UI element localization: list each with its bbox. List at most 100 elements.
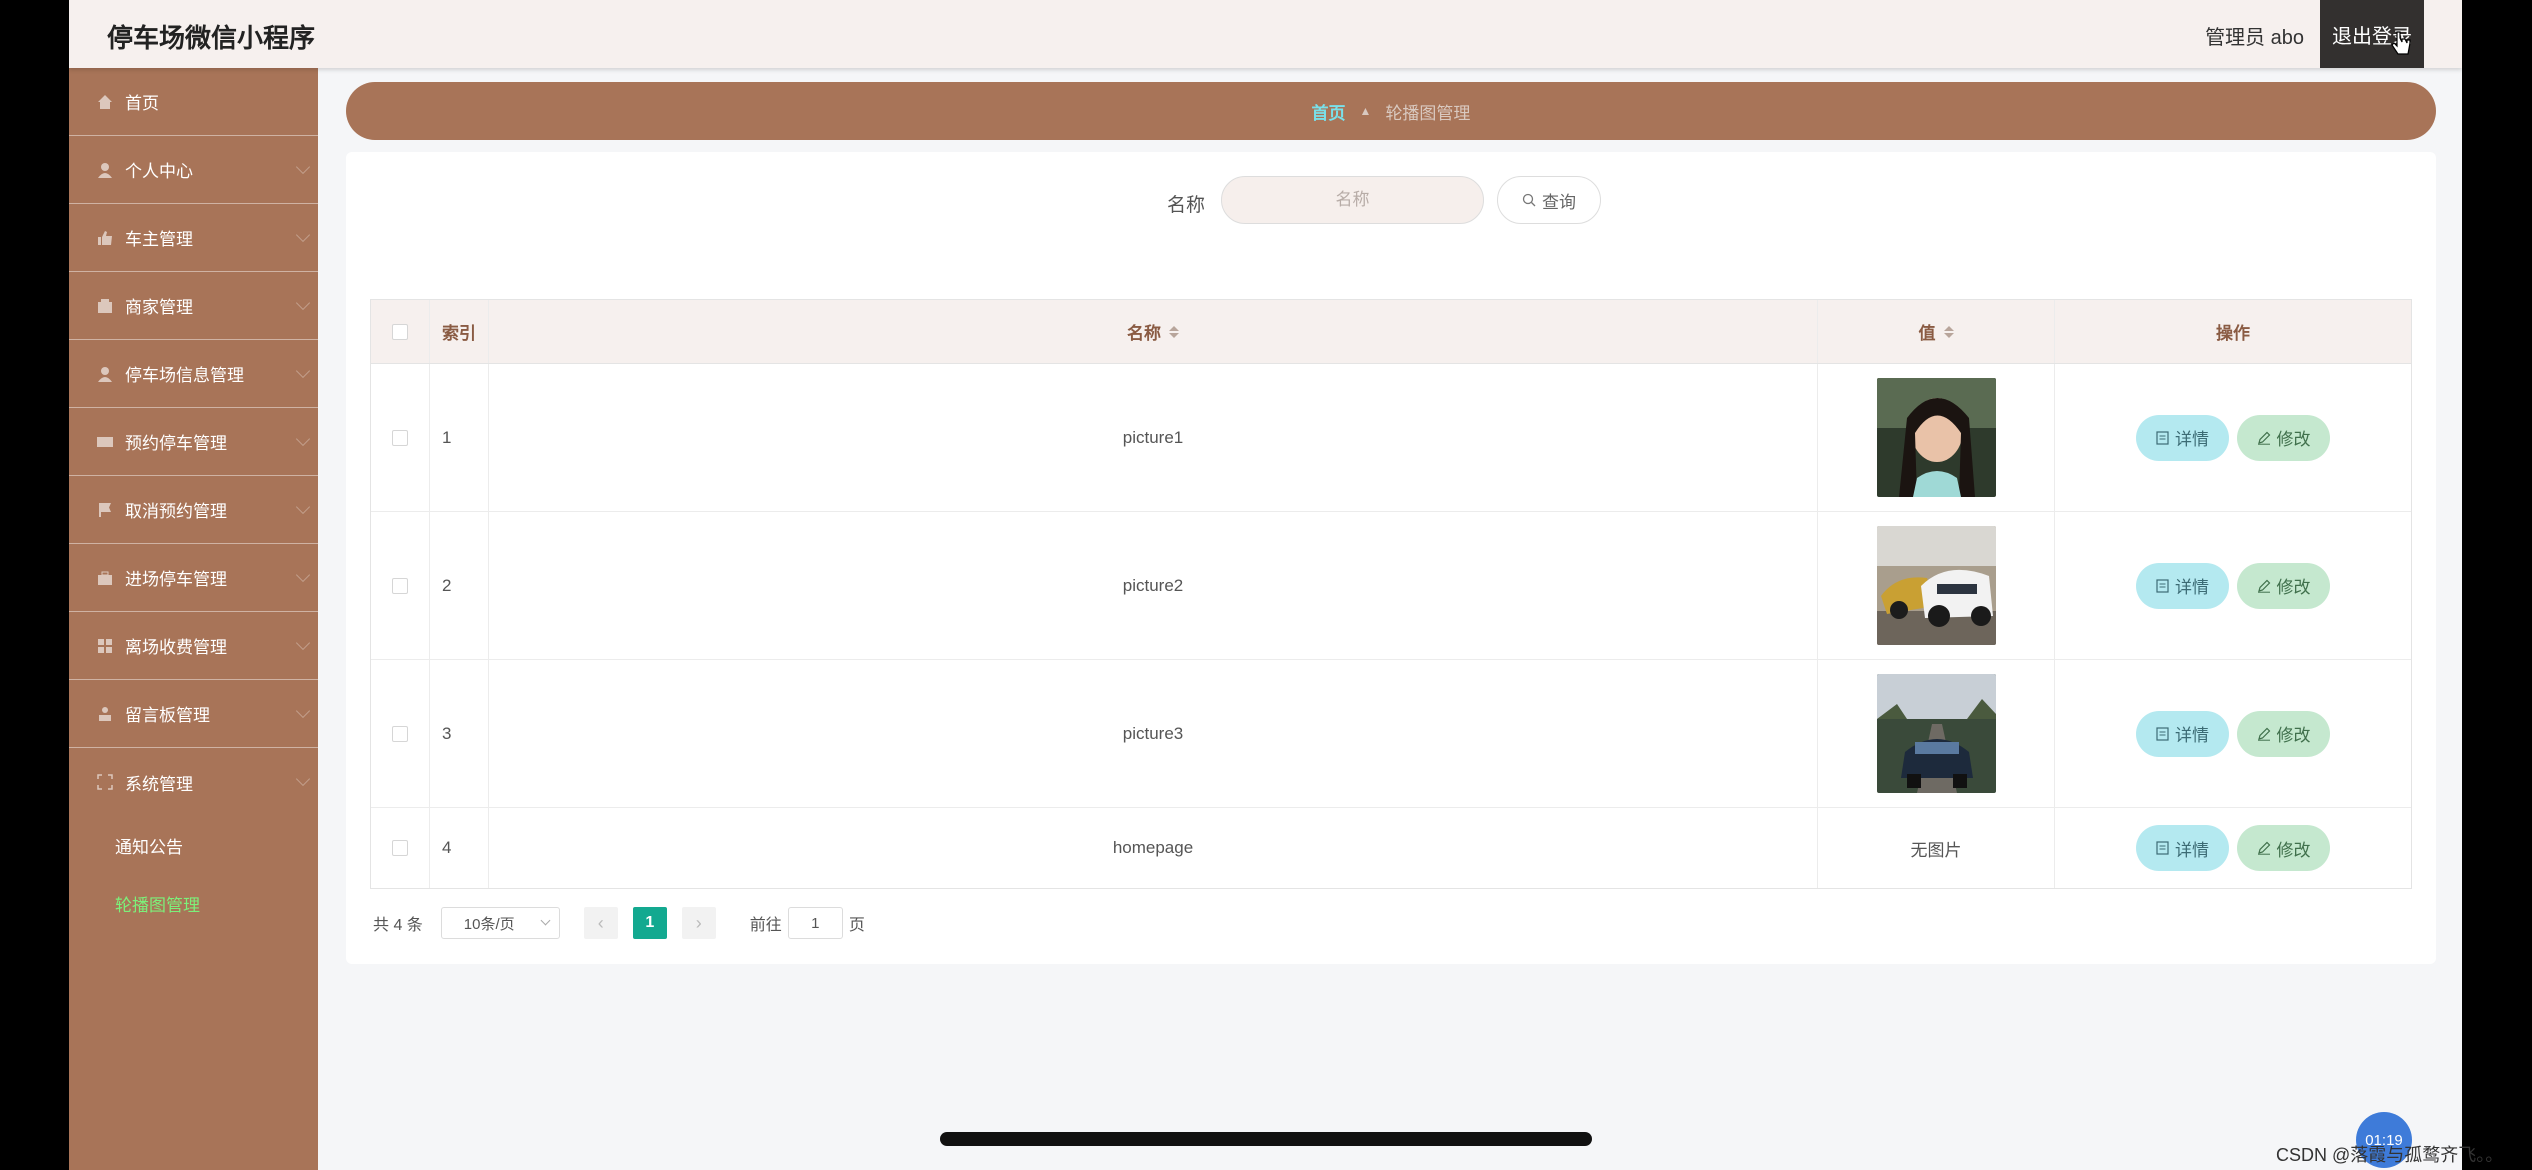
sidebar-item-exit-fees[interactable]: 离场收费管理 — [69, 612, 318, 680]
sidebar-item-label: 车主管理 — [125, 230, 193, 249]
row-index: 1 — [430, 364, 489, 511]
table-header: 索引 名称 值 操作 — [371, 300, 2411, 364]
chevron-down-icon — [295, 159, 311, 175]
page-size-select[interactable]: 10条/页 — [440, 907, 560, 939]
row-index: 4 — [430, 808, 489, 888]
pencil-icon — [2257, 727, 2270, 741]
sidebar-item-label: 留言板管理 — [125, 706, 210, 725]
row-index: 2 — [430, 512, 489, 659]
sidebar-item-owners[interactable]: 车主管理 — [69, 204, 318, 272]
sort-icon[interactable] — [1169, 325, 1179, 338]
sort-icon[interactable] — [1943, 325, 1954, 338]
column-header-value[interactable]: 值 — [1818, 300, 2055, 363]
chevron-down-icon — [295, 363, 311, 379]
sidebar-subitem-carousel[interactable]: 轮播图管理 — [69, 874, 318, 932]
row-name: picture3 — [489, 660, 1818, 807]
query-button[interactable]: 查询 — [1497, 176, 1601, 224]
name-search-input[interactable] — [1221, 176, 1484, 224]
query-button-label: 查询 — [1542, 192, 1576, 212]
sidebar-item-label: 系统管理 — [125, 774, 193, 794]
sidebar-item-label: 预约停车管理 — [125, 434, 227, 453]
sidebar-subitem-notices[interactable]: 通知公告 — [69, 816, 318, 874]
detail-button[interactable]: 详情 — [2136, 825, 2229, 871]
sidebar-item-parking-info[interactable]: 停车场信息管理 — [69, 340, 318, 408]
detail-button[interactable]: 详情 — [2136, 562, 2229, 609]
edit-button[interactable]: 修改 — [2237, 562, 2330, 609]
edit-button[interactable]: 修改 — [2237, 710, 2330, 757]
row-value-text: 无图片 — [1818, 808, 2055, 888]
sidebar-item-merchants[interactable]: 商家管理 — [69, 272, 318, 340]
chevron-down-icon — [295, 431, 311, 447]
sidebar-item-label: 首页 — [125, 94, 159, 113]
chevron-down-icon — [295, 635, 311, 651]
grid-icon — [98, 638, 112, 653]
table-row: 4 homepage 无图片 详情 修改 — [371, 808, 2411, 888]
watermark: CSDN @落霞与孤鹜齐飞。。 — [2276, 1145, 2504, 1165]
chevron-down-icon — [295, 771, 311, 787]
row-checkbox[interactable] — [392, 577, 408, 594]
sidebar-item-cancellations[interactable]: 取消预约管理 — [69, 476, 318, 544]
pencil-icon — [2257, 841, 2270, 855]
detail-button-label: 详情 — [2175, 726, 2209, 745]
sidebar-item-messages[interactable]: 留言板管理 — [69, 680, 318, 748]
detail-button[interactable]: 详情 — [2136, 414, 2229, 461]
row-index: 3 — [430, 660, 489, 807]
table-row: 2 picture2 详情 修改 — [371, 512, 2411, 660]
user-icon — [98, 366, 112, 382]
goto-page-input[interactable] — [787, 907, 843, 939]
thumb-icon — [98, 230, 112, 245]
edit-button-label: 修改 — [2276, 726, 2311, 745]
detail-button-label: 详情 — [2175, 578, 2209, 597]
page-size-value: 10条/页 — [463, 915, 515, 933]
app-title: 停车场微信小程序 — [107, 23, 316, 53]
row-checkbox[interactable] — [392, 725, 408, 742]
select-all-checkbox[interactable] — [392, 323, 408, 340]
sidebar-item-reservations[interactable]: 预约停车管理 — [69, 408, 318, 476]
breadcrumb-current: 轮播图管理 — [1385, 103, 1471, 123]
card-icon — [97, 436, 113, 447]
document-icon — [2156, 430, 2169, 445]
sidebar-item-home[interactable]: 首页 — [69, 68, 318, 136]
top-header: 停车场微信小程序 管理员 abo 退出登录 — [69, 0, 2462, 68]
breadcrumb-home[interactable]: 首页 — [1312, 99, 1346, 124]
chevron-left-icon: ‹ — [597, 912, 604, 933]
edit-button[interactable]: 修改 — [2237, 825, 2330, 871]
edit-button[interactable]: 修改 — [2237, 414, 2330, 461]
column-header-index: 索引 — [430, 300, 489, 363]
user-icon — [98, 162, 112, 178]
row-name: homepage — [489, 808, 1818, 888]
document-icon — [2156, 726, 2169, 741]
sidebar-item-system[interactable]: 系统管理 — [69, 748, 318, 816]
search-icon — [1522, 193, 1536, 207]
chevron-down-icon — [295, 703, 311, 719]
detail-button[interactable]: 详情 — [2136, 710, 2229, 757]
pencil-icon — [2257, 431, 2270, 445]
content-card: 名称 查询 索引 名称 值 操作 — [346, 152, 2436, 964]
picture3-thumbnail[interactable] — [1876, 674, 1996, 793]
picture2-thumbnail[interactable] — [1876, 526, 1996, 645]
chevron-down-icon — [295, 227, 311, 243]
picture1-thumbnail[interactable] — [1876, 378, 1996, 497]
table-row: 3 picture3 详情 修改 — [371, 660, 2411, 808]
sidebar-item-entries[interactable]: 进场停车管理 — [69, 544, 318, 612]
prev-page-button[interactable]: ‹ — [583, 907, 618, 939]
chevron-right-icon: › — [695, 912, 702, 933]
column-header-name-label: 名称 — [1127, 324, 1161, 343]
column-header-value-label: 值 — [1918, 324, 1936, 343]
breadcrumb: 首页 ▲ 轮播图管理 — [346, 82, 2436, 140]
edit-button-label: 修改 — [2276, 430, 2311, 449]
sidebar-item-profile[interactable]: 个人中心 — [69, 136, 318, 204]
column-header-name[interactable]: 名称 — [489, 300, 1818, 363]
home-indicator — [940, 1132, 1592, 1146]
sidebar-item-label: 商家管理 — [125, 298, 193, 317]
next-page-button[interactable]: › — [681, 907, 716, 939]
page-number-current[interactable]: 1 — [632, 907, 667, 939]
search-label: 名称 — [1167, 195, 1206, 216]
breadcrumb-separator-icon: ▲ — [1359, 104, 1372, 118]
row-checkbox[interactable] — [392, 429, 408, 446]
sidebar-item-label: 停车场信息管理 — [125, 366, 244, 385]
row-name: picture2 — [489, 512, 1818, 659]
detail-button-label: 详情 — [2175, 840, 2209, 860]
edit-button-label: 修改 — [2276, 578, 2311, 597]
row-checkbox[interactable] — [392, 840, 408, 856]
